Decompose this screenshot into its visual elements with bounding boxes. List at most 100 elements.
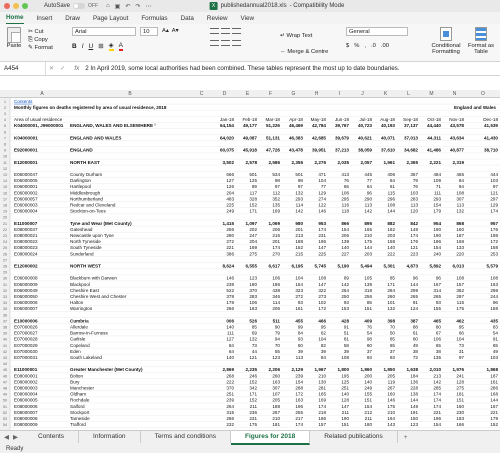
- month-header[interactable]: Jul-18: [359, 117, 372, 122]
- death-count[interactable]: 85: [367, 300, 373, 305]
- death-count[interactable]: 41,486: [427, 148, 441, 153]
- autosave-toggle[interactable]: [73, 3, 86, 9]
- death-count[interactable]: 299: [410, 288, 418, 293]
- death-count[interactable]: 37: [390, 349, 396, 354]
- row-number[interactable]: 47: [3, 380, 7, 384]
- death-count[interactable]: 144: [387, 209, 395, 214]
- row-number[interactable]: 42: [3, 350, 7, 354]
- death-count[interactable]: 65: [493, 343, 499, 348]
- death-count[interactable]: 84: [298, 331, 304, 336]
- death-count[interactable]: 70: [390, 325, 396, 330]
- window-controls[interactable]: [4, 3, 28, 9]
- enter-icon[interactable]: ✓: [57, 65, 68, 72]
- area-code[interactable]: E08000037: [14, 227, 38, 232]
- area-name[interactable]: Salford: [70, 404, 85, 409]
- formula-input[interactable]: 2 In April 2019, some local authorities …: [85, 65, 500, 72]
- death-count[interactable]: 39: [298, 349, 304, 354]
- death-count[interactable]: 165: [364, 227, 372, 232]
- death-count[interactable]: 61: [390, 184, 396, 189]
- death-count[interactable]: 96: [367, 190, 373, 195]
- area-code[interactable]: E08000001: [14, 373, 38, 378]
- death-count[interactable]: 180: [249, 282, 257, 287]
- death-count[interactable]: 97: [493, 184, 499, 189]
- tab-review[interactable]: Review: [207, 15, 228, 24]
- death-count[interactable]: 526: [249, 318, 257, 323]
- death-count[interactable]: 465: [433, 318, 441, 323]
- death-count[interactable]: 250: [341, 294, 349, 299]
- death-count[interactable]: 146: [226, 276, 234, 281]
- death-count[interactable]: 130: [318, 379, 326, 384]
- death-count[interactable]: 198: [490, 233, 498, 238]
- death-count[interactable]: 115: [388, 190, 396, 195]
- area-name[interactable]: Stockport: [70, 410, 90, 415]
- death-count[interactable]: 165: [318, 392, 326, 397]
- row-number[interactable]: 31: [3, 283, 7, 287]
- death-count[interactable]: 54: [493, 331, 499, 336]
- death-count[interactable]: 307: [456, 196, 464, 201]
- month-header[interactable]: Aug-18: [380, 117, 395, 122]
- death-count[interactable]: 38: [436, 349, 442, 354]
- area-code[interactable]: E06000050: [14, 294, 38, 299]
- death-count[interactable]: 139: [364, 282, 372, 287]
- death-count[interactable]: 172: [318, 306, 326, 311]
- align-bottom-icon[interactable]: [232, 28, 241, 34]
- death-count[interactable]: 132: [387, 306, 395, 311]
- death-count[interactable]: 280: [226, 233, 234, 238]
- death-count[interactable]: 534: [272, 172, 280, 177]
- death-count[interactable]: 123: [410, 422, 418, 427]
- row-number[interactable]: 45: [3, 368, 7, 372]
- death-count[interactable]: 41,430: [484, 135, 498, 140]
- sheet-tab-related-publications[interactable]: Related publications: [310, 431, 398, 443]
- death-count[interactable]: 221: [433, 410, 441, 415]
- death-count[interactable]: 91: [413, 300, 419, 305]
- death-count[interactable]: 239: [295, 373, 303, 378]
- death-count[interactable]: 168: [490, 392, 498, 397]
- align-middle-icon[interactable]: [221, 28, 230, 34]
- death-count[interactable]: 38: [413, 349, 419, 354]
- row-number[interactable]: 16: [3, 191, 7, 195]
- area-name[interactable]: Warrington: [70, 306, 93, 311]
- death-count[interactable]: 146: [387, 398, 395, 403]
- death-count[interactable]: 273: [318, 294, 326, 299]
- death-count[interactable]: 283: [410, 196, 418, 201]
- tab-draw[interactable]: Draw: [65, 15, 80, 24]
- death-count[interactable]: 483: [226, 196, 234, 201]
- death-count[interactable]: 142: [433, 379, 441, 384]
- death-count[interactable]: 6,195: [292, 264, 304, 269]
- death-count[interactable]: 153: [341, 306, 349, 311]
- death-count[interactable]: 286: [226, 416, 234, 421]
- death-count[interactable]: 225: [318, 251, 326, 256]
- death-count[interactable]: 106: [272, 276, 280, 281]
- row-number[interactable]: 3: [4, 112, 6, 116]
- death-count[interactable]: 111: [434, 190, 441, 195]
- tab-page-layout[interactable]: Page Layout: [93, 15, 128, 24]
- area-name[interactable]: Allerdale: [70, 325, 88, 330]
- death-count[interactable]: 283: [249, 294, 257, 299]
- row-number[interactable]: 29: [3, 271, 7, 275]
- death-count[interactable]: 161: [295, 306, 303, 311]
- next-sheet-icon[interactable]: ▶: [13, 431, 18, 444]
- sheet-cells[interactable]: 1 Contents 2 Monthly figures on deaths regi…: [0, 98, 500, 430]
- death-count[interactable]: 80: [436, 325, 442, 330]
- death-count[interactable]: 256: [226, 227, 234, 232]
- death-count[interactable]: 5,301: [384, 264, 396, 269]
- death-count[interactable]: 210: [318, 373, 326, 378]
- area-name[interactable]: Carlisle: [70, 337, 86, 342]
- death-count[interactable]: 114: [273, 300, 281, 305]
- death-count[interactable]: 82: [321, 343, 327, 348]
- death-count[interactable]: 37,137: [404, 123, 418, 128]
- death-count[interactable]: 2,365: [407, 160, 419, 165]
- death-count[interactable]: 2,869: [223, 367, 235, 372]
- death-count[interactable]: 164: [295, 282, 303, 287]
- row-number[interactable]: 25: [3, 246, 7, 250]
- row-number[interactable]: 51: [3, 405, 7, 409]
- death-count[interactable]: 236: [249, 410, 257, 415]
- death-count[interactable]: 218: [318, 410, 326, 415]
- death-count[interactable]: 97: [275, 184, 281, 189]
- row-number[interactable]: 14: [3, 179, 7, 183]
- death-count[interactable]: 201: [272, 239, 280, 244]
- death-count[interactable]: 121: [490, 190, 498, 195]
- death-count[interactable]: 129: [318, 190, 326, 195]
- death-count[interactable]: 2,319: [453, 160, 465, 165]
- death-count[interactable]: 140: [387, 245, 395, 250]
